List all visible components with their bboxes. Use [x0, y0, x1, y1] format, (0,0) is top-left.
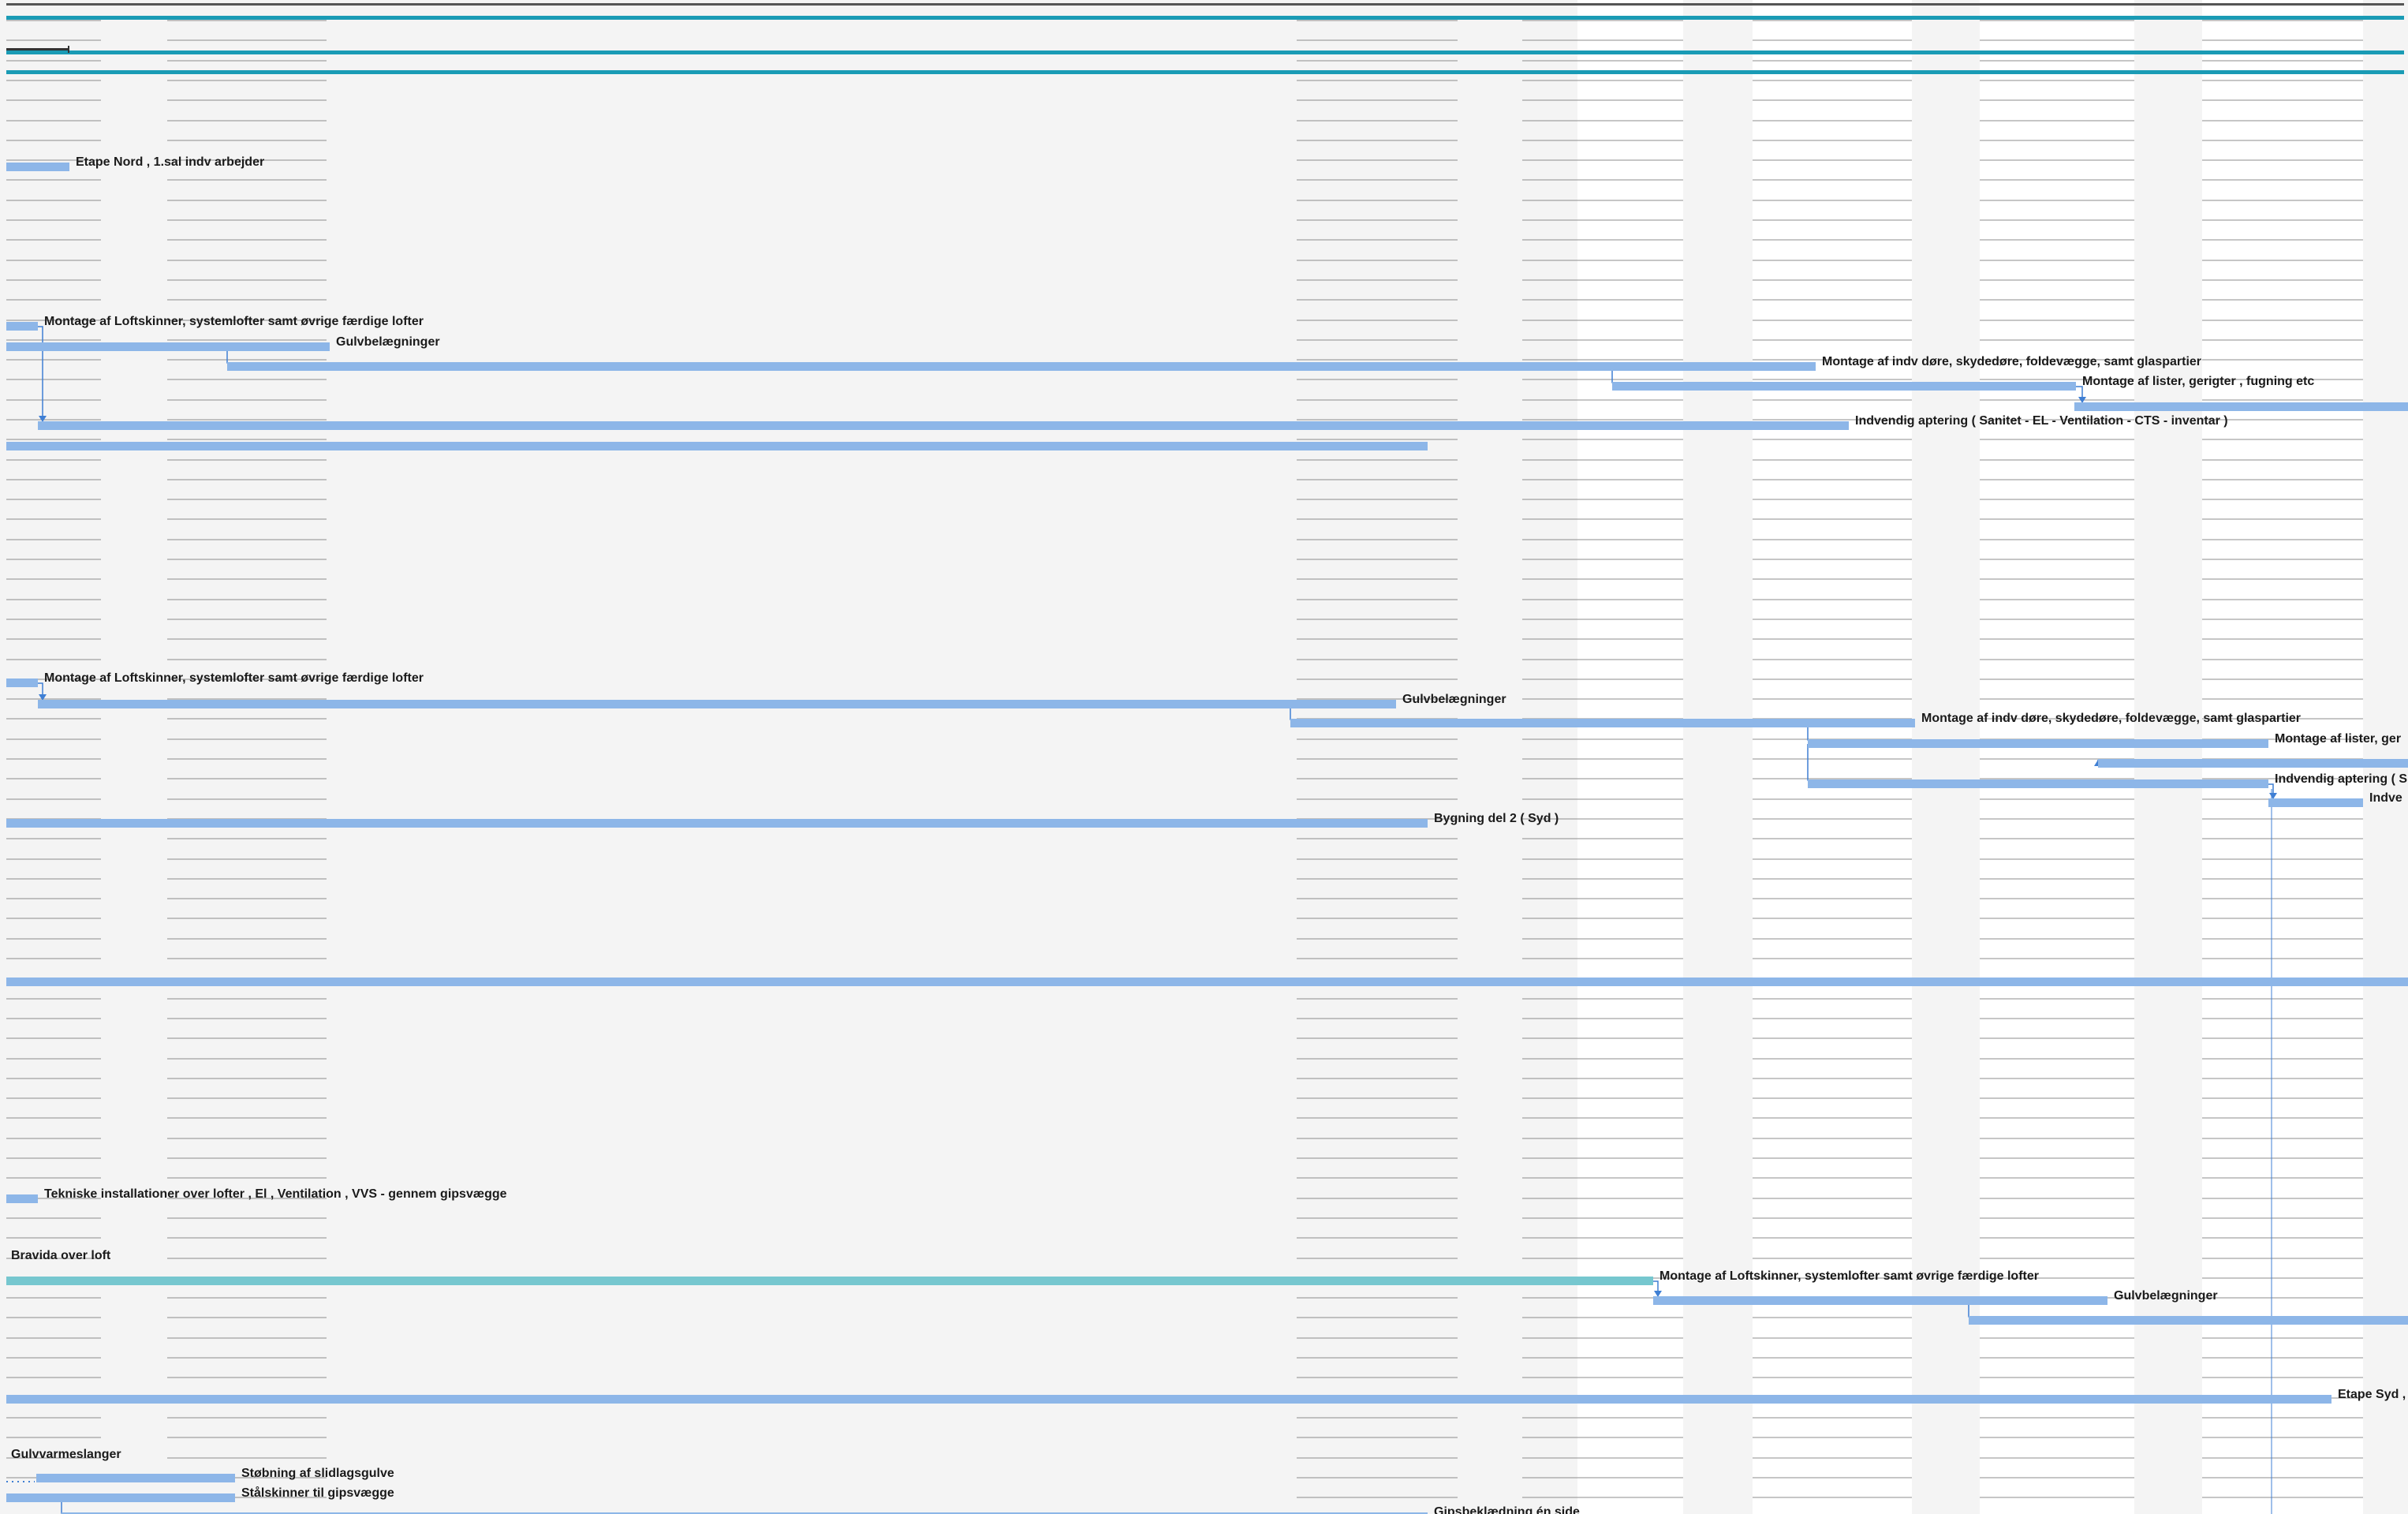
task-bar[interactable]	[6, 1395, 2331, 1404]
nonworking-column	[2363, 0, 2408, 1514]
link-arrowhead	[1654, 1291, 1662, 1297]
task-bar[interactable]	[36, 1474, 235, 1482]
task-bar[interactable]	[2074, 402, 2408, 411]
task-bar[interactable]	[38, 700, 1396, 708]
task-label: Etape Syd ,	[2338, 1388, 2406, 1401]
task-label: Gulvvarmeslanger	[11, 1448, 121, 1461]
summary-bracket	[68, 46, 69, 53]
task-bar[interactable]	[2098, 759, 2408, 768]
project-summary-line	[6, 3, 2404, 6]
nonworking-column	[1912, 0, 1980, 1514]
nonworking-column	[1683, 0, 1753, 1514]
task-label: Gulvbelægninger	[1402, 693, 1506, 706]
nonworking-column	[2134, 0, 2202, 1514]
link-arrowhead	[2269, 793, 2277, 799]
task-label: Tekniske installationer over lofter , El…	[44, 1187, 507, 1201]
task-label: Indve	[2369, 791, 2402, 805]
task-label: Indvendig aptering ( Sanitet - EL - Vent…	[1855, 414, 2228, 428]
task-bar[interactable]	[6, 1194, 38, 1203]
task-bar[interactable]	[6, 819, 1428, 828]
task-bar[interactable]	[38, 421, 1849, 430]
task-bar[interactable]	[6, 442, 1428, 450]
task-bar[interactable]	[1808, 739, 2268, 748]
task-bar[interactable]	[6, 1277, 1653, 1285]
task-bar[interactable]	[6, 678, 38, 687]
task-bar[interactable]	[1653, 1296, 2107, 1305]
nonworking-column	[101, 0, 167, 1514]
task-label: Etape Nord , 1.sal indv arbejder	[76, 155, 264, 169]
task-label: Stålskinner til gipsvægge	[241, 1486, 394, 1500]
task-label: Gulvbelægninger	[2114, 1289, 2218, 1303]
task-label: Gipsbeklædning én side	[1434, 1505, 1580, 1514]
nonworking-shading	[0, 0, 2408, 1514]
task-label: Støbning af slidlagsgulve	[241, 1467, 394, 1480]
task-bar[interactable]	[1969, 1316, 2408, 1325]
task-bar[interactable]	[1808, 779, 2268, 788]
dependency-link	[1807, 744, 1815, 785]
task-bar[interactable]	[6, 163, 69, 171]
task-label: Gulvbelægninger	[336, 335, 440, 349]
summary-bracket	[6, 48, 69, 50]
task-bar[interactable]	[227, 362, 1816, 371]
gantt-chart: Etape Nord , 1.sal indv arbejder Montage …	[0, 0, 2408, 1514]
task-label: Montage af indv døre, skydedøre, foldevæ…	[1822, 355, 2201, 368]
task-label: Montage af lister, gerigter , fugning et…	[2082, 375, 2314, 388]
task-bar[interactable]	[2268, 798, 2363, 807]
task-label: Montage af Loftskinner, systemlofter sam…	[44, 315, 424, 328]
task-bar[interactable]	[6, 342, 330, 351]
task-label: Bravida over loft	[11, 1249, 111, 1262]
task-label: Montage af Loftskinner, systemlofter sam…	[44, 671, 424, 685]
task-bar[interactable]	[6, 978, 2408, 986]
summary-line	[6, 70, 2404, 74]
summary-line	[6, 50, 2404, 54]
nonworking-column	[1458, 0, 1522, 1514]
task-label: Montage af Loftskinner, systemlofter sam…	[1659, 1269, 2039, 1283]
task-label: Montage af lister, ger	[2275, 732, 2401, 746]
task-bar[interactable]	[1612, 382, 2076, 391]
summary-line	[6, 16, 2404, 20]
task-bar[interactable]	[6, 1493, 235, 1502]
nonworking-column	[0, 0, 6, 1514]
task-bar[interactable]	[6, 322, 38, 331]
task-label: Montage af indv døre, skydedøre, foldevæ…	[1921, 712, 2301, 725]
nonworking-column	[327, 0, 1297, 1514]
task-label: Indvendig aptering ( S	[2275, 772, 2407, 786]
task-label: Bygning del 2 ( Syd )	[1434, 812, 1559, 825]
task-bar[interactable]	[1290, 719, 1915, 727]
